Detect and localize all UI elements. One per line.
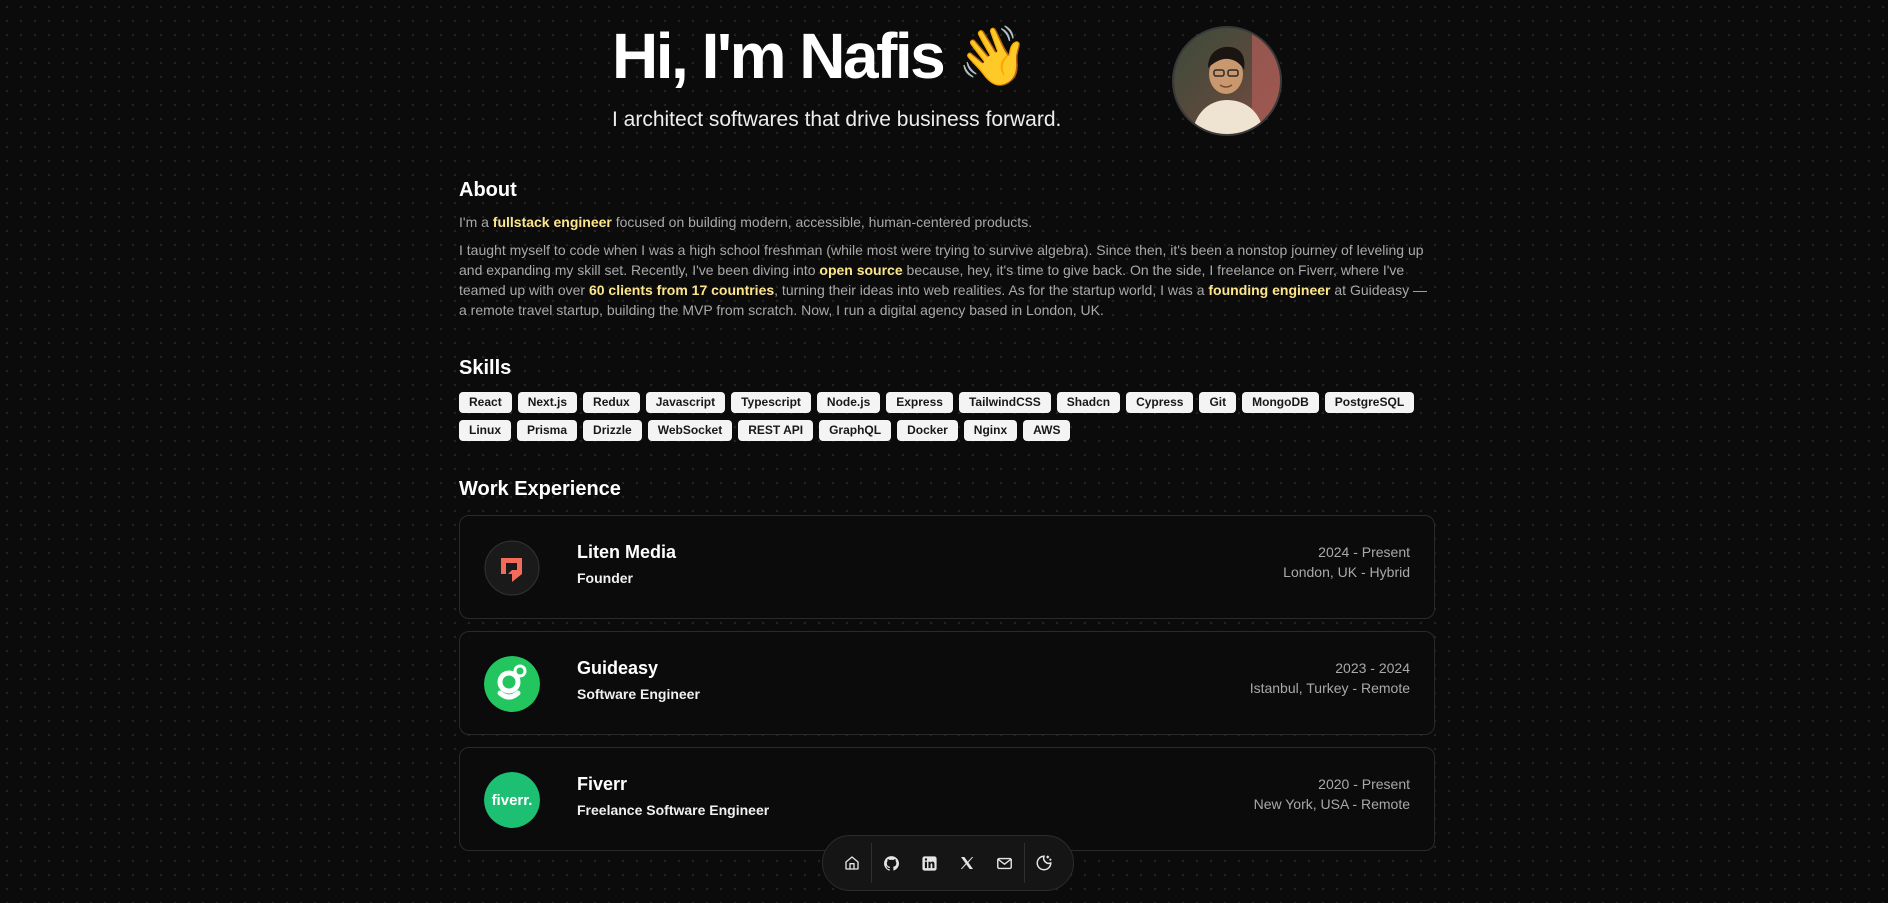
about-text: focused on building modern, accessible, … <box>611 214 1033 230</box>
hero-title-text: Hi, I'm Nafis <box>612 20 946 92</box>
skill-badge: Redux <box>583 392 640 413</box>
linkedin-icon <box>922 855 937 871</box>
job-card-liten-media[interactable]: Liten Media Founder 2024 - Present Londo… <box>459 515 1435 619</box>
about-text: I'm a <box>459 214 493 230</box>
about-highlight: open source <box>819 262 903 278</box>
job-role: Software Engineer <box>577 686 700 702</box>
skills-section: Skills React Next.js Redux Javascript Ty… <box>459 354 1435 441</box>
dock-divider <box>871 843 873 883</box>
fiverr-logo-icon: fiverr. <box>484 772 540 828</box>
skill-badge: Nginx <box>963 420 1018 441</box>
home-icon <box>845 856 859 870</box>
skill-badge: React <box>459 392 512 413</box>
job-meta: 2020 - Present New York, USA - Remote <box>1254 774 1410 814</box>
hero-title: Hi, I'm Nafis 👋 <box>612 18 1029 94</box>
theme-toggle-icon <box>1036 855 1052 871</box>
about-section: About I'm a fullstack engineer focused o… <box>459 176 1435 320</box>
hero-subtitle: I architect softwares that drive busines… <box>612 108 1062 131</box>
about-highlight: 60 clients from 17 countries <box>588 282 775 298</box>
job-location: London, UK - Hybrid <box>1283 564 1410 580</box>
skill-badge: Git <box>1199 392 1237 413</box>
job-location: New York, USA - Remote <box>1253 796 1410 812</box>
skill-badge: PostgreSQL <box>1324 392 1415 413</box>
skill-badge: Node.js <box>816 392 881 413</box>
about-text: , turning their ideas into web realities… <box>774 282 1209 298</box>
job-role: Freelance Software Engineer <box>577 802 770 818</box>
skill-badge: Express <box>886 392 953 413</box>
skill-badge: Typescript <box>731 392 811 413</box>
skill-badge: Cypress <box>1126 392 1194 413</box>
job-location: Istanbul, Turkey - Remote <box>1249 680 1410 696</box>
job-card-guideasy[interactable]: Guideasy Software Engineer 2023 - 2024 I… <box>459 631 1435 735</box>
linkedin-link[interactable] <box>911 843 948 883</box>
job-meta: 2024 - Present London, UK - Hybrid <box>1283 542 1410 582</box>
dock-divider <box>1023 843 1025 883</box>
skill-badge: WebSocket <box>647 420 733 441</box>
skill-badge: AWS <box>1023 420 1071 441</box>
avatar-photo-icon <box>1174 28 1280 134</box>
waving-hand-icon: 👋 <box>957 24 1029 89</box>
skill-badge: Drizzle <box>583 420 642 441</box>
job-company: Liten Media <box>577 542 677 562</box>
x-twitter-icon <box>960 857 973 869</box>
guideasy-logo-icon <box>484 656 540 712</box>
skill-badge: Javascript <box>645 392 726 413</box>
work-experience-section: Work Experience Liten Media Founder 2024… <box>459 475 1435 851</box>
mail-icon <box>996 857 1012 869</box>
about-title: About <box>459 179 517 201</box>
skill-badge: Prisma <box>517 420 578 441</box>
skill-badge: MongoDB <box>1242 392 1319 413</box>
github-link[interactable] <box>873 843 910 883</box>
job-company: Guideasy <box>577 658 659 678</box>
job-role: Founder <box>577 570 633 586</box>
main-content: About I'm a fullstack engineer focused o… <box>459 176 1435 863</box>
skill-badge: REST API <box>738 420 814 441</box>
skill-badge: Shadcn <box>1056 392 1121 413</box>
hero-section: Hi, I'm Nafis 👋 I architect softwares tha… <box>612 18 1292 148</box>
about-highlight: founding engineer <box>1208 282 1331 298</box>
github-icon <box>884 855 900 871</box>
floating-dock <box>822 835 1074 891</box>
job-meta: 2023 - 2024 Istanbul, Turkey - Remote <box>1250 658 1410 698</box>
job-period: 2020 - Present <box>1318 776 1410 792</box>
svg-text:fiverr.: fiverr. <box>492 792 533 809</box>
skill-badge: Linux <box>459 420 511 441</box>
job-company: Fiverr <box>577 774 628 794</box>
about-highlight: fullstack engineer <box>492 214 612 230</box>
skill-badge: Docker <box>897 420 958 441</box>
skills-badge-list: React Next.js Redux Javascript Typescrip… <box>459 392 1435 441</box>
home-button[interactable] <box>833 843 870 883</box>
skill-badge: GraphQL <box>819 420 892 441</box>
about-intro-paragraph: I'm a fullstack engineer focused on buil… <box>459 212 1435 232</box>
job-period: 2023 - 2024 <box>1335 660 1410 676</box>
work-experience-title: Work Experience <box>459 478 621 500</box>
skill-badge: Next.js <box>517 392 578 413</box>
skill-badge: TailwindCSS <box>958 392 1051 413</box>
liten-media-logo-icon <box>484 540 540 596</box>
about-story-paragraph: I taught myself to code when I was a hig… <box>459 240 1435 320</box>
job-period: 2024 - Present <box>1318 544 1410 560</box>
email-link[interactable] <box>985 843 1022 883</box>
skills-title: Skills <box>459 357 512 379</box>
avatar <box>1172 26 1282 136</box>
theme-toggle-button[interactable] <box>1026 843 1063 883</box>
x-twitter-link[interactable] <box>948 843 985 883</box>
